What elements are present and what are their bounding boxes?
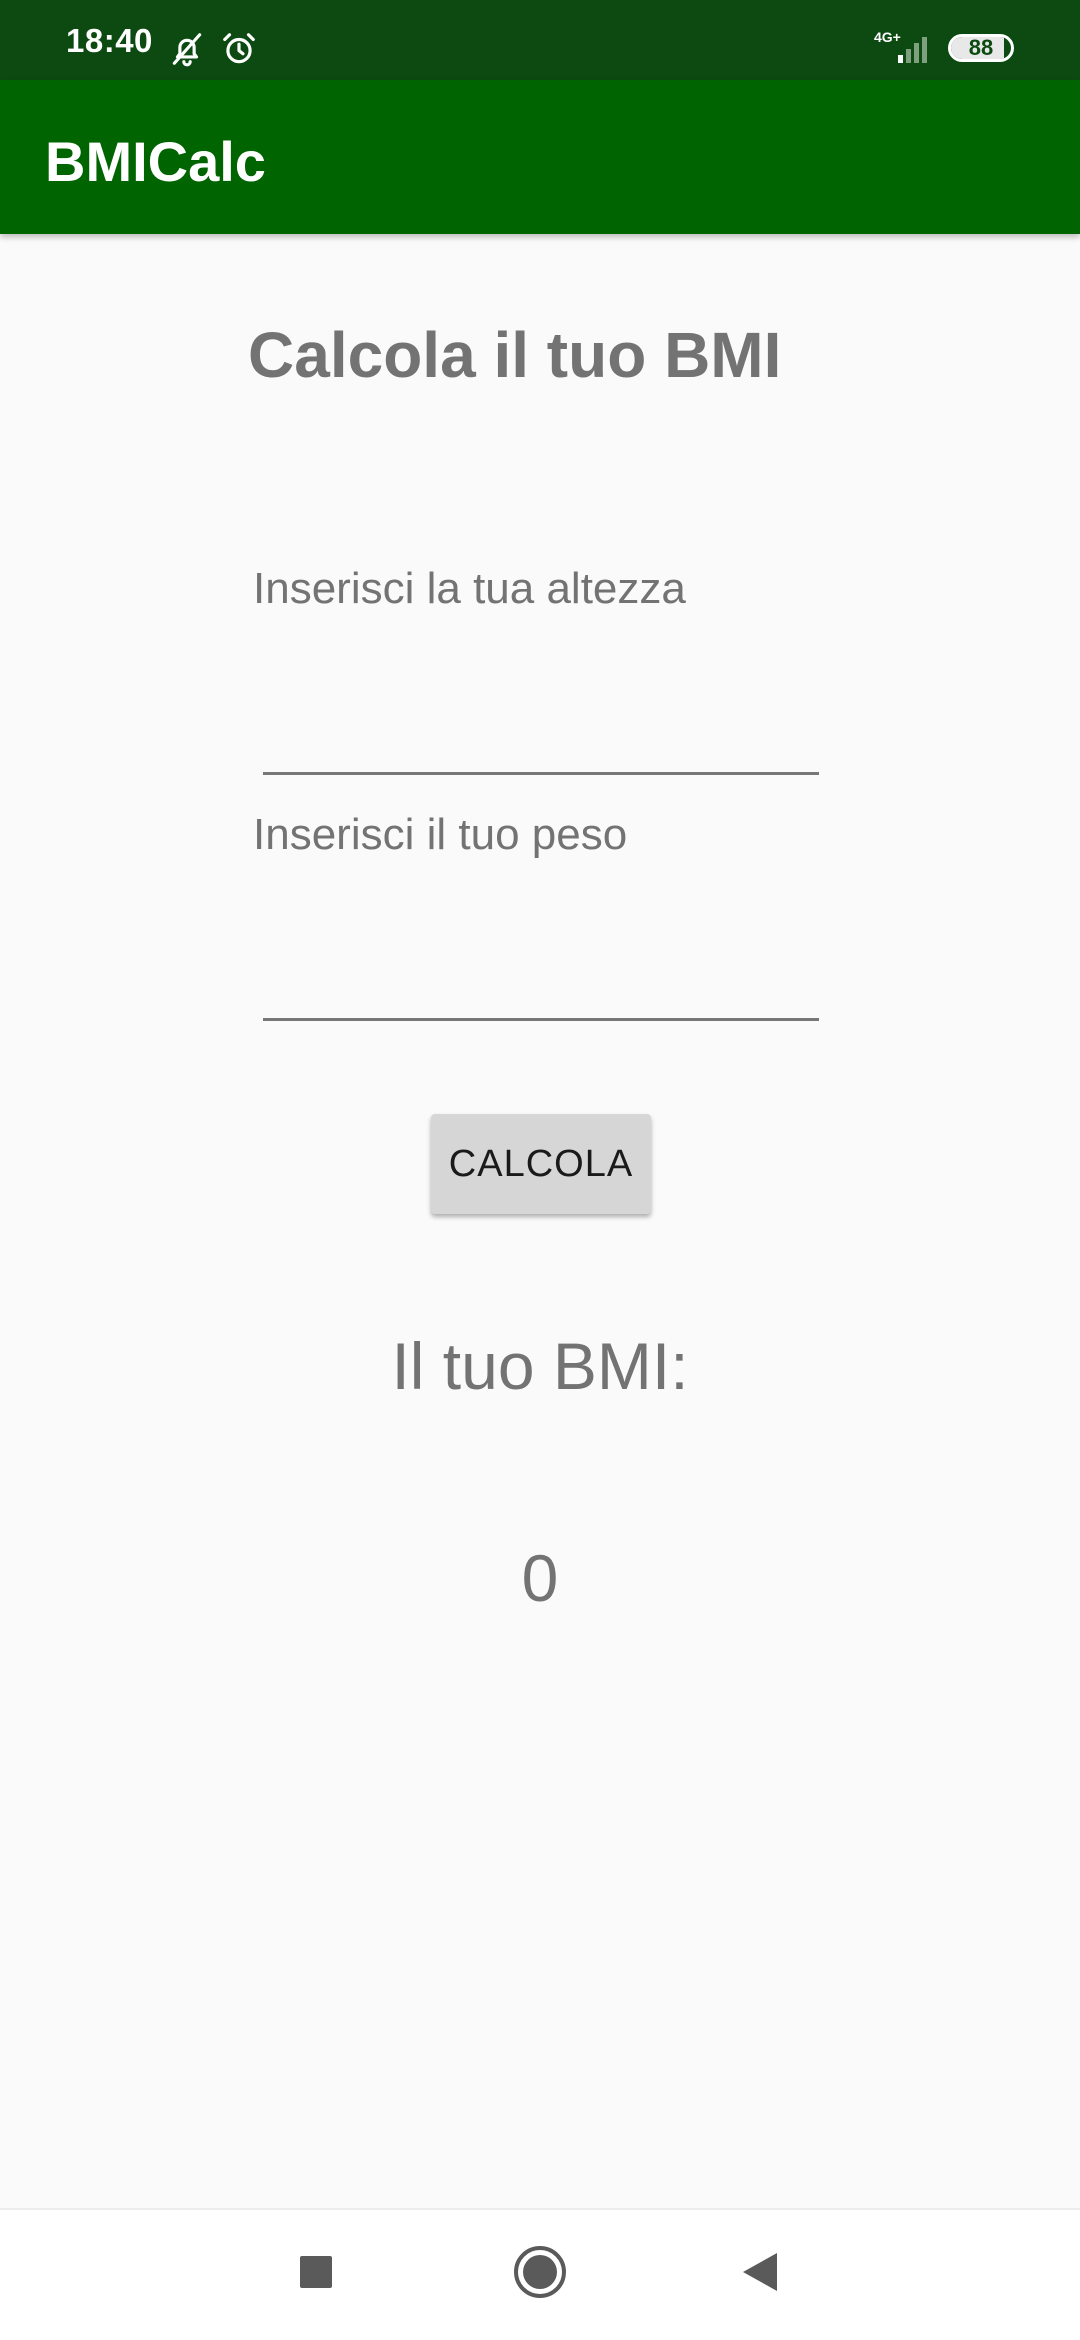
weight-label: Inserisci il tuo peso (253, 810, 628, 859)
bmi-result-value: 0 (521, 1541, 559, 1615)
battery-percentage: 88 (968, 35, 994, 60)
height-label: Inserisci la tua altezza (253, 564, 686, 613)
calculate-button[interactable]: CALCOLA (431, 1114, 651, 1214)
alarm-icon (220, 30, 258, 68)
recents-button[interactable] (276, 2232, 356, 2312)
status-time: 18:40 (66, 22, 153, 59)
bmi-result-label: Il tuo BMI: (391, 1329, 689, 1403)
home-button[interactable] (500, 2232, 580, 2312)
battery-icon: 88 (948, 34, 1014, 62)
mute-icon (168, 30, 206, 68)
app-bar: BMICalc (0, 80, 1080, 234)
back-icon (743, 2253, 777, 2291)
back-button[interactable] (720, 2232, 800, 2312)
navigation-bar (0, 2208, 1080, 2340)
signal-icon (896, 33, 936, 65)
page-heading: Calcola il tuo BMI (248, 319, 782, 391)
weight-input[interactable] (263, 951, 819, 1021)
status-bar: 18:40 4G+ 88 (0, 0, 1080, 80)
recents-icon (300, 2256, 332, 2288)
height-input[interactable] (263, 705, 819, 775)
app-title: BMICalc (45, 130, 266, 193)
home-icon (514, 2246, 566, 2298)
